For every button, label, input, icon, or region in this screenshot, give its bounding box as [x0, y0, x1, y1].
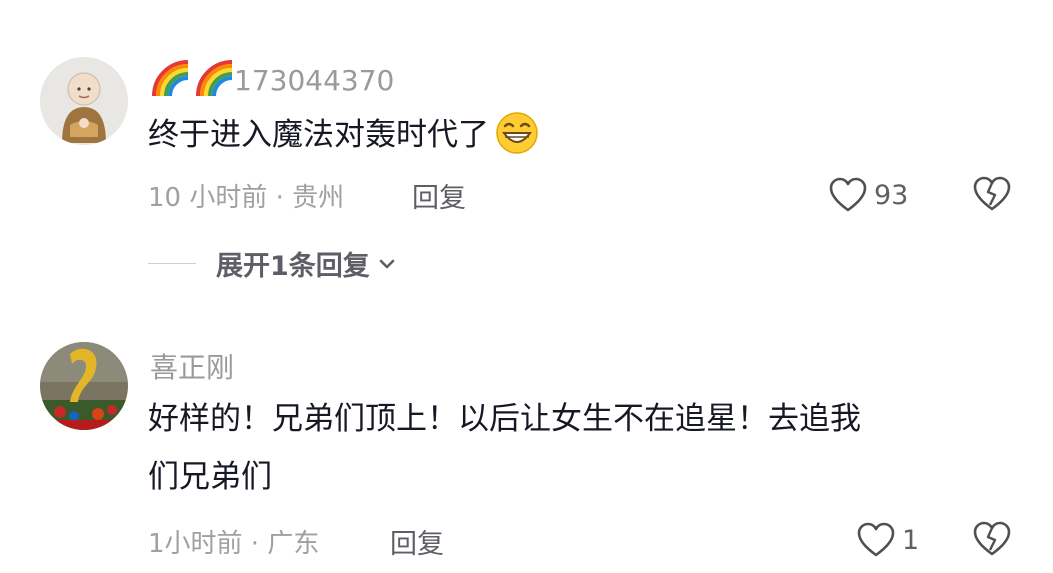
comment-2-dislike-button[interactable] — [972, 520, 1012, 562]
comment-1-reply-button[interactable]: 回复 — [412, 176, 466, 215]
broken-heart-icon — [973, 176, 1011, 211]
username-text: 173044370 — [234, 64, 395, 97]
comment-2-text: 好样的！兄弟们顶上！以后让女生不在追星！去追我 们兄弟们 — [148, 390, 861, 506]
parade-photo-avatar-icon — [40, 342, 128, 430]
comment-2-text-line-2: 们兄弟们 — [148, 459, 272, 495]
rainbow-icon — [196, 60, 233, 97]
comment-2-like-button[interactable]: 1 — [856, 520, 919, 560]
comment-1-like-button[interactable]: 93 — [828, 175, 908, 215]
comment-1-like-count: 93 — [874, 179, 909, 211]
comment-2-timestamp-location: 1小时前 · 广东 — [148, 529, 320, 559]
comment-1-text: 终于进入魔法对轰时代了 — [148, 106, 539, 164]
broken-heart-icon — [973, 521, 1011, 556]
comment-1-timestamp-location: 10 小时前 · 贵州 — [148, 183, 345, 213]
expand-replies-label: 展开1条回复 — [216, 251, 370, 282]
chevron-down-icon — [379, 259, 395, 268]
monk-avatar-icon — [40, 57, 128, 145]
comment-2-reply-button[interactable]: 回复 — [390, 522, 444, 561]
rainbow-icon — [152, 60, 189, 97]
comment-2-text-line-1: 好样的！兄弟们顶上！以后让女生不在追星！去追我 — [148, 401, 861, 437]
comment-1-username[interactable]: 173044370 — [150, 58, 394, 98]
comment-1-dislike-button[interactable] — [972, 175, 1012, 217]
comment-2-username[interactable]: 喜正刚 — [150, 346, 234, 386]
avatar-comment-1[interactable] — [40, 57, 128, 145]
comment-1-text-body: 终于进入魔法对轰时代了 — [148, 117, 489, 153]
heart-outline-icon — [857, 522, 895, 557]
comment-2-like-count: 1 — [902, 524, 920, 556]
grinning-face-icon — [496, 112, 538, 154]
expand-divider-line — [148, 263, 196, 264]
avatar-comment-2[interactable] — [40, 342, 128, 430]
expand-replies-button[interactable]: 展开1条回复 — [148, 244, 398, 283]
heart-outline-icon — [829, 177, 867, 212]
